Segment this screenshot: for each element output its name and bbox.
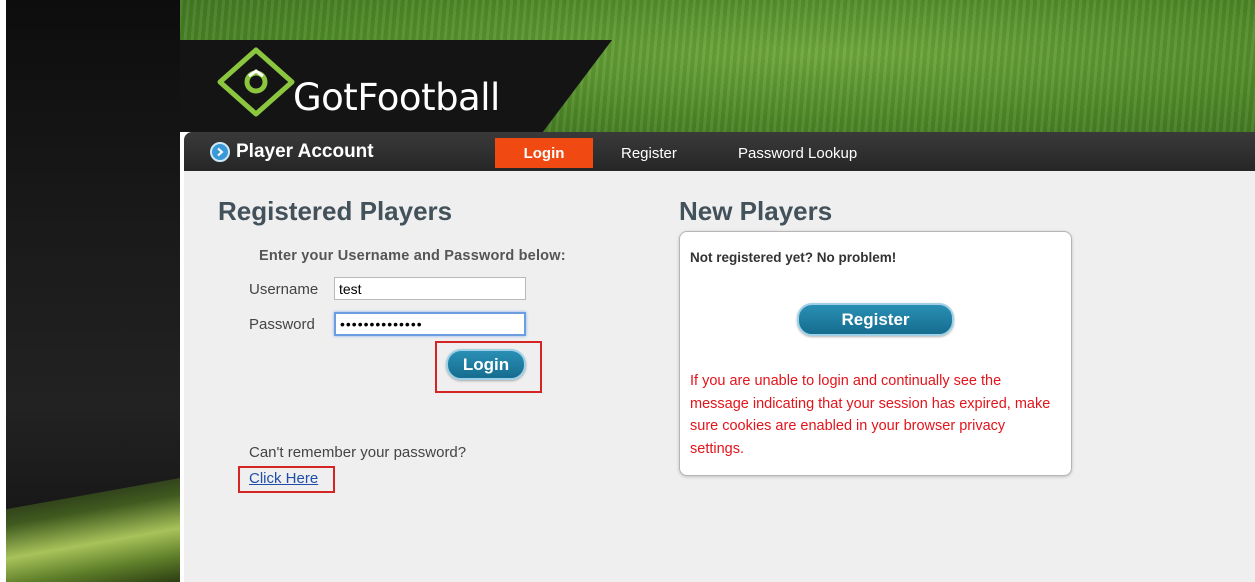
new-players-heading: New Players — [679, 196, 833, 226]
nav-title: Player Account — [210, 140, 374, 164]
register-button[interactable]: Register — [797, 303, 954, 336]
tab-password-lookup[interactable]: Password Lookup — [738, 138, 857, 168]
brand-logo[interactable]: GotFootball — [293, 76, 500, 119]
football-field-logo-icon — [217, 47, 295, 117]
brand-name-got: Got — [293, 76, 358, 119]
brand-name-football: Football — [357, 76, 500, 119]
click-here-link[interactable]: Click Here — [249, 470, 318, 487]
username-input[interactable] — [334, 277, 526, 300]
login-button[interactable]: Login — [446, 349, 526, 380]
chevron-right-circle-icon — [210, 142, 230, 162]
registered-players-heading: Registered Players — [218, 196, 453, 226]
tab-login[interactable]: Login — [495, 138, 593, 168]
login-instructions: Enter your Username and Password below: — [259, 248, 566, 264]
cookie-warning: If you are unable to login and continual… — [690, 373, 1051, 457]
password-input[interactable] — [334, 312, 526, 336]
forgot-password-text: Can't remember your password? — [249, 444, 467, 461]
new-players-lead: Not registered yet? No problem! — [690, 250, 897, 265]
nav-title-label: Player Account — [236, 141, 374, 162]
password-label: Password — [249, 316, 315, 333]
tab-register[interactable]: Register — [621, 138, 677, 168]
username-label: Username — [249, 281, 319, 298]
